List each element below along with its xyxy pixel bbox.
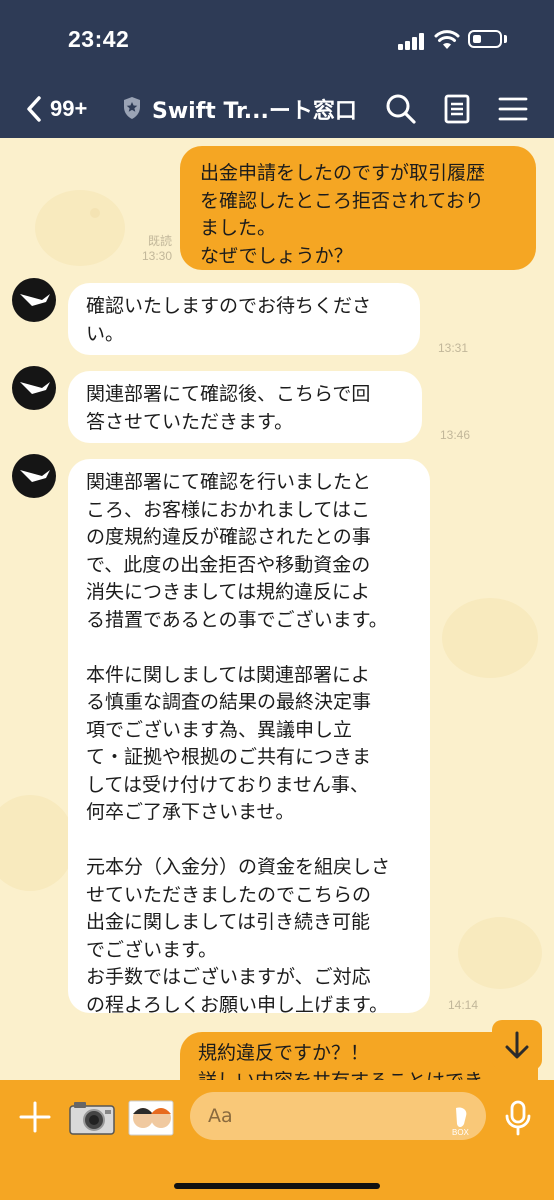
microphone-icon[interactable]	[504, 1100, 532, 1136]
home-indicator[interactable]	[174, 1183, 380, 1189]
wifi-icon	[434, 30, 460, 49]
message-bubble-incoming[interactable]: 確認いたしますのでお待ちくださ い。	[68, 283, 420, 355]
back-button[interactable]: 99+	[26, 90, 87, 128]
search-icon[interactable]	[384, 92, 418, 126]
message-meta: 既読 13:30	[124, 234, 172, 264]
message-bubble-outgoing[interactable]: 出金申請をしたのですが取引履歴 を確認したところ拒否されており ました。 なぜで…	[180, 146, 536, 270]
message-input-bar: Aa BOX	[0, 1080, 554, 1200]
message-bubble-incoming[interactable]: 関連部署にて確認を行いましたと ころ、お客様におかれましてはこ の度規約違反が確…	[68, 459, 430, 1016]
background-bird-icon	[35, 190, 125, 266]
sticker-icon[interactable]	[128, 1100, 174, 1136]
menu-icon[interactable]	[496, 92, 530, 126]
avatar[interactable]	[12, 366, 56, 410]
swift-bird-icon	[20, 382, 50, 394]
status-bar: 23:42	[0, 0, 554, 80]
message-input[interactable]: Aa	[190, 1092, 486, 1140]
background-bird-icon	[442, 598, 538, 678]
scroll-to-bottom-button[interactable]	[492, 1020, 542, 1070]
verified-shield-icon	[124, 97, 140, 119]
swift-bird-icon	[20, 470, 50, 482]
cellular-signal-icon	[398, 32, 426, 50]
swift-bird-icon	[20, 294, 50, 306]
sticker-tab-icon[interactable]: BOX	[448, 1104, 474, 1136]
message-time: 13:31	[437, 341, 468, 355]
chat-title[interactable]: Swift Tr...ート窓口	[152, 93, 357, 125]
message-time: 14:14	[447, 998, 478, 1012]
message-time: 13:46	[439, 428, 470, 442]
arrow-down-icon	[505, 1031, 529, 1059]
battery-icon	[468, 30, 502, 48]
unread-count: 99+	[50, 96, 88, 121]
read-receipt: 既読	[147, 234, 172, 248]
message-time: 13:30	[141, 249, 172, 263]
svg-text:BOX: BOX	[452, 1128, 470, 1136]
camera-icon[interactable]	[68, 1100, 116, 1136]
notes-icon[interactable]	[440, 92, 474, 126]
message-input-placeholder: Aa	[208, 1105, 233, 1127]
plus-icon[interactable]	[18, 1100, 52, 1134]
chat-messages[interactable]: 既読 13:30 出金申請をしたのですが取引履歴 を確認したところ拒否されており…	[0, 138, 554, 1080]
chevron-left-icon	[27, 96, 41, 122]
status-time: 23:42	[68, 26, 130, 52]
background-bird-icon	[458, 917, 542, 989]
message-bubble-outgoing[interactable]: 規約違反ですか？！ 詳しい内容を共有することはでき	[180, 1032, 538, 1080]
battery-tip	[504, 35, 507, 43]
avatar[interactable]	[12, 278, 56, 322]
message-bubble-incoming[interactable]: 関連部署にて確認後、こちらで回 答させていただきます。	[68, 371, 422, 443]
chat-header: 99+ Swift Tr...ート窓口	[0, 80, 554, 138]
avatar[interactable]	[12, 454, 56, 498]
